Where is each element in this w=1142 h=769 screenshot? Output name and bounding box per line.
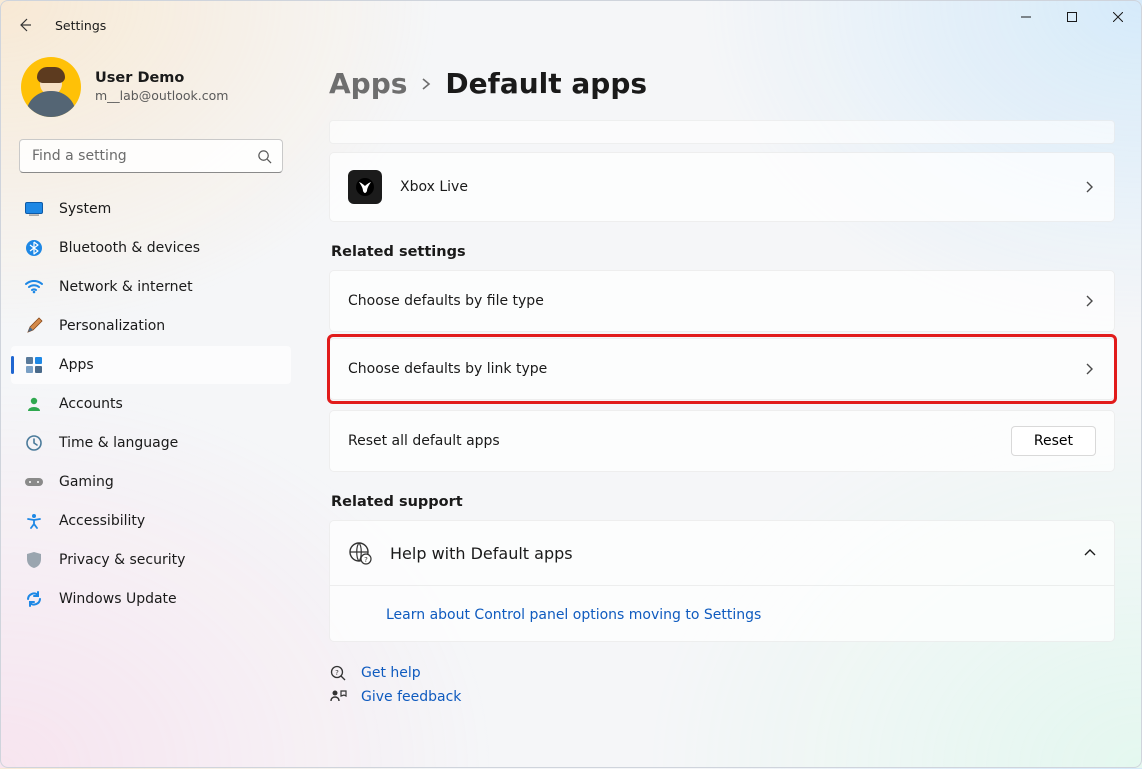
minimize-button[interactable] — [1003, 1, 1049, 33]
reset-button[interactable]: Reset — [1011, 426, 1096, 456]
profile-email: m__lab@outlook.com — [95, 87, 228, 105]
sidebar-item-apps[interactable]: Apps — [11, 346, 291, 384]
sidebar-item-time-language[interactable]: Time & language — [11, 424, 291, 462]
close-button[interactable] — [1095, 1, 1141, 33]
breadcrumb-current: Default apps — [445, 67, 647, 100]
back-button[interactable] — [5, 5, 45, 45]
profile-block[interactable]: User Demo m__lab@outlook.com — [1, 57, 301, 127]
expander-label: Help with Default apps — [390, 544, 573, 563]
sidebar-item-label: Privacy & security — [59, 552, 185, 568]
chevron-right-icon — [419, 77, 433, 91]
wifi-icon — [25, 278, 43, 296]
globe-help-icon: ? — [348, 541, 372, 565]
close-icon — [1113, 12, 1123, 22]
sidebar-item-personalization[interactable]: Personalization — [11, 307, 291, 345]
get-help-link[interactable]: Get help — [361, 665, 421, 681]
learn-control-panel-link[interactable]: Learn about Control panel options moving… — [386, 607, 761, 623]
chevron-right-icon — [1084, 363, 1096, 375]
svg-text:?: ? — [335, 669, 339, 677]
avatar — [21, 57, 81, 117]
sidebar-item-label: Network & internet — [59, 279, 193, 295]
help-default-apps-expander: ? Help with Default apps Learn about Con… — [329, 520, 1115, 642]
sidebar-item-accessibility[interactable]: Accessibility — [11, 502, 291, 540]
expander-header[interactable]: ? Help with Default apps — [330, 521, 1114, 585]
minimize-icon — [1021, 12, 1031, 22]
gamepad-icon — [25, 473, 43, 491]
search-icon — [257, 149, 272, 164]
clock-globe-icon — [25, 434, 43, 452]
sidebar-item-bluetooth[interactable]: Bluetooth & devices — [11, 229, 291, 267]
sidebar-item-network[interactable]: Network & internet — [11, 268, 291, 306]
search-input[interactable] — [30, 147, 257, 165]
sidebar-item-label: Apps — [59, 357, 94, 373]
xbox-icon — [348, 170, 382, 204]
shield-icon — [25, 551, 43, 569]
highlight-box: Choose defaults by link type — [329, 336, 1115, 402]
reset-defaults-row: Reset all default apps Reset — [329, 410, 1115, 472]
expander-body: Learn about Control panel options moving… — [330, 585, 1114, 641]
choose-defaults-file-type[interactable]: Choose defaults by file type — [329, 270, 1115, 332]
related-settings-heading: Related settings — [331, 244, 1115, 260]
chevron-up-icon — [1084, 547, 1096, 559]
svg-text:?: ? — [364, 556, 368, 564]
apps-icon — [25, 356, 43, 374]
chevron-right-icon — [1084, 295, 1096, 307]
titlebar: Settings — [1, 1, 1141, 49]
get-help-icon: ? — [329, 664, 347, 682]
content-area: Apps Default apps Xbox Live Related sett… — [301, 49, 1141, 769]
paintbrush-icon — [25, 317, 43, 335]
maximize-button[interactable] — [1049, 1, 1095, 33]
choose-defaults-link-type[interactable]: Choose defaults by link type — [329, 338, 1115, 400]
sidebar-item-privacy[interactable]: Privacy & security — [11, 541, 291, 579]
accessibility-icon — [25, 512, 43, 530]
feedback-icon — [329, 688, 347, 706]
related-support-heading: Related support — [331, 494, 1115, 510]
give-feedback-link[interactable]: Give feedback — [361, 689, 461, 705]
row-label: Reset all default apps — [348, 433, 500, 449]
sidebar-item-label: Time & language — [59, 435, 178, 451]
arrow-left-icon — [17, 17, 33, 33]
sidebar-item-windows-update[interactable]: Windows Update — [11, 580, 291, 618]
update-icon — [25, 590, 43, 608]
search-box[interactable] — [19, 139, 283, 173]
maximize-icon — [1067, 12, 1077, 22]
breadcrumb-parent[interactable]: Apps — [329, 67, 407, 100]
bluetooth-icon — [25, 239, 43, 257]
row-label: Choose defaults by file type — [348, 293, 544, 309]
app-row-xbox-live[interactable]: Xbox Live — [329, 152, 1115, 222]
sidebar-item-label: Personalization — [59, 318, 165, 334]
footer-links: ? Get help Give feedback — [329, 664, 1115, 706]
sidebar-nav: System Bluetooth & devices Network & int… — [1, 181, 301, 619]
sidebar-item-label: Accounts — [59, 396, 123, 412]
sidebar-item-gaming[interactable]: Gaming — [11, 463, 291, 501]
person-icon — [25, 395, 43, 413]
sidebar-item-label: System — [59, 201, 111, 217]
sidebar-item-label: Gaming — [59, 474, 114, 490]
sidebar-item-label: Accessibility — [59, 513, 145, 529]
system-icon — [25, 200, 43, 218]
previous-item-peek[interactable] — [329, 120, 1115, 144]
sidebar: User Demo m__lab@outlook.com System Blue… — [1, 49, 301, 769]
profile-name: User Demo — [95, 70, 228, 87]
app-row-label: Xbox Live — [400, 179, 468, 195]
window-title: Settings — [55, 18, 106, 33]
row-label: Choose defaults by link type — [348, 361, 547, 377]
sidebar-item-label: Bluetooth & devices — [59, 240, 200, 256]
chevron-right-icon — [1084, 181, 1096, 193]
window-controls — [1003, 1, 1141, 49]
sidebar-item-label: Windows Update — [59, 591, 177, 607]
sidebar-item-system[interactable]: System — [11, 190, 291, 228]
sidebar-item-accounts[interactable]: Accounts — [11, 385, 291, 423]
breadcrumb: Apps Default apps — [329, 67, 1115, 100]
